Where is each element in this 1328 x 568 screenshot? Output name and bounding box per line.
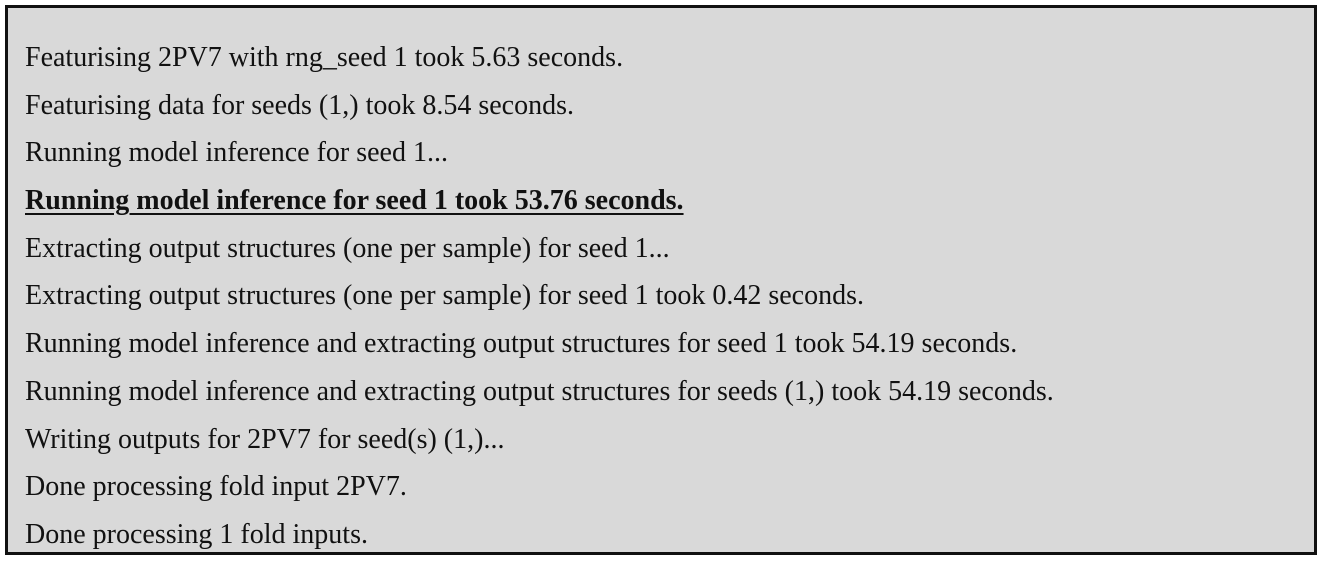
log-line: Done processing fold input 2PV7.	[25, 471, 407, 503]
log-line: Extracting output structures (one per sa…	[25, 280, 865, 312]
log-line: Running model inference and extracting o…	[25, 328, 1018, 360]
log-line: Writing outputs for 2PV7 for seed(s) (1,…	[25, 423, 505, 455]
log-line: Running model inference for seed 1...	[25, 137, 448, 169]
log-line: Done processing 1 fold inputs.	[25, 518, 368, 550]
log-line: Extracting output structures (one per sa…	[25, 232, 670, 264]
log-line: Running model inference and extracting o…	[25, 375, 1054, 407]
log-output-box: Featurising 2PV7 with rng_seed 1 took 5.…	[5, 5, 1317, 555]
log-line: Featurising 2PV7 with rng_seed 1 took 5.…	[25, 42, 624, 73]
log-line-highlighted: Running model inference for seed 1 took …	[25, 185, 684, 217]
log-line: Featurising data for seeds (1,) took 8.5…	[25, 89, 574, 121]
